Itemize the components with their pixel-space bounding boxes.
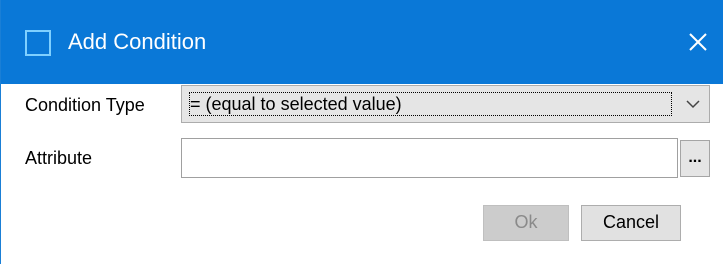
attribute-label: Attribute — [25, 148, 93, 168]
window-icon — [25, 30, 51, 56]
condition-type-select[interactable]: = (equal to selected value) — [181, 85, 710, 123]
browse-button[interactable]: ... — [680, 140, 710, 177]
condition-type-value: = (equal to selected value) — [189, 92, 672, 116]
ok-button[interactable]: Ok — [483, 205, 569, 241]
attribute-field[interactable] — [181, 138, 678, 178]
title-bar: Add Condition — [1, 0, 723, 84]
chevron-down-icon — [686, 100, 700, 109]
close-icon — [689, 33, 707, 51]
close-button[interactable] — [673, 20, 723, 64]
dialog-title: Add Condition — [68, 29, 207, 54]
cancel-button[interactable]: Cancel — [581, 205, 681, 241]
condition-type-label: Condition Type — [25, 95, 145, 115]
add-condition-dialog: Add Condition Condition Type = (equal to… — [0, 0, 723, 264]
